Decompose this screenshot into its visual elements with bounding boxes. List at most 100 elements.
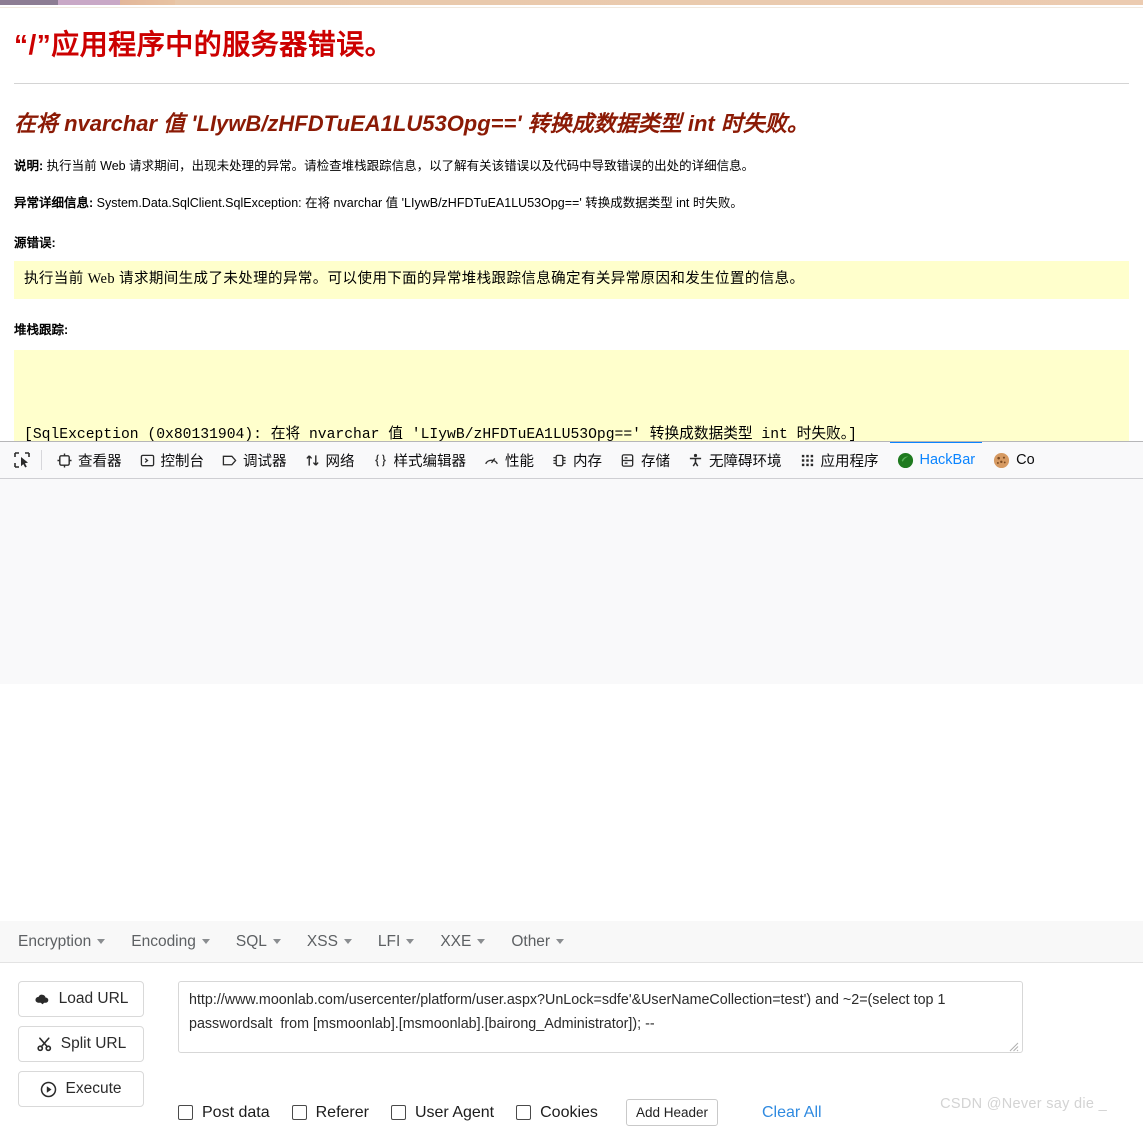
checkbox-box[interactable] (291, 1105, 307, 1120)
checkbox-label: Cookies (540, 1103, 598, 1121)
inspector-icon (57, 452, 72, 468)
tab-style-editor[interactable]: 样式编辑器 (364, 442, 476, 478)
menu-label: SQL (235, 932, 267, 950)
menu-other[interactable]: Other (511, 933, 565, 951)
chevron-down-icon (201, 939, 210, 944)
add-header-button[interactable]: Add Header (625, 1099, 718, 1126)
chevron-down-icon (477, 939, 486, 944)
textarea-resize-handle[interactable] (1008, 1041, 1020, 1053)
checkbox-box[interactable] (178, 1105, 193, 1120)
checkbox-cookies[interactable]: Cookies (516, 1104, 598, 1122)
server-error-page: “/”应用程序中的服务器错误。 在将 nvarchar 值 'LIywB/zHF… (0, 9, 1143, 441)
application-icon (800, 453, 815, 468)
menu-encoding[interactable]: Encoding (131, 933, 210, 951)
chevron-down-icon (406, 939, 415, 944)
tab-label: 样式编辑器 (393, 453, 467, 470)
url-input[interactable] (178, 981, 1023, 1053)
checkbox-post-data[interactable]: Post data (178, 1104, 270, 1122)
menu-xss[interactable]: XSS (307, 933, 352, 951)
stack-trace-box: [SqlException (0x80131904): 在将 nvarchar … (14, 350, 1129, 441)
tab-debugger[interactable]: 调试器 (213, 442, 296, 478)
tab-storage[interactable]: 存储 (611, 442, 679, 478)
hackbar-options-row: Post data Referer User Agent Cookies Add… (178, 1099, 822, 1126)
exception-label: 异常详细信息: (14, 196, 94, 211)
watermark-text: CSDN @Never say die _ (940, 1096, 1107, 1112)
menu-label: LFI (377, 932, 401, 950)
split-url-button[interactable]: Split URL (18, 1026, 144, 1062)
tab-hackbar[interactable]: HackBar (888, 442, 985, 478)
description-text: 执行当前 Web 请求期间，出现未处理的异常。请检查堆栈跟踪信息，以了解有关该错… (46, 159, 755, 173)
description-paragraph: 说明: 执行当前 Web 请求期间，出现未处理的异常。请检查堆栈跟踪信息，以了解… (14, 157, 1129, 175)
page-title: “/”应用程序中的服务器错误。 (14, 29, 394, 60)
tab-accessibility[interactable]: 无障碍环境 (679, 442, 791, 478)
hackbar-panel: Encryption Encoding SQL XSS LFI XXE Othe… (0, 921, 1143, 1126)
cloud-download-icon (34, 991, 51, 1008)
console-icon (140, 453, 155, 468)
menu-label: Encryption (18, 932, 92, 950)
stack-trace-line: [SqlException (0x80131904): 在将 nvarchar … (24, 426, 857, 441)
play-circle-icon (40, 1081, 57, 1098)
style-editor-icon (373, 453, 388, 468)
menu-label: Encoding (131, 932, 196, 950)
element-picker-icon[interactable] (7, 447, 37, 473)
stack-trace-label: 堆栈跟踪: (14, 323, 69, 337)
menu-label: XSS (306, 932, 338, 950)
menu-xxe[interactable]: XXE (440, 932, 486, 951)
menu-label: XXE (440, 932, 472, 950)
toolbar-divider (41, 450, 42, 470)
clear-all-link[interactable]: Clear All (762, 1104, 822, 1122)
hackbar-icon (897, 452, 914, 469)
progress-bar-track (0, 5, 1143, 8)
load-url-button[interactable]: Load URL (18, 981, 144, 1017)
chevron-down-icon (343, 939, 352, 944)
title-divider (14, 83, 1129, 84)
exception-text: System.Data.SqlClient.SqlException: 在将 n… (96, 196, 743, 211)
tab-label: 存储 (641, 453, 670, 470)
checkbox-label: Post data (202, 1103, 270, 1121)
tab-label: 调试器 (243, 453, 287, 470)
accessibility-icon (688, 453, 703, 468)
debugger-icon (222, 453, 237, 468)
tab-performance[interactable]: 性能 (475, 442, 543, 478)
tab-memory[interactable]: 内存 (543, 442, 611, 478)
tab-console[interactable]: 控制台 (131, 442, 214, 478)
devtools-tabbar: 查看器 控制台 调试器 网络 样式编辑器 性能 内存 存储 无障碍环境 应用程序… (0, 442, 1143, 479)
checkbox-box[interactable] (516, 1105, 532, 1120)
error-subtitle: 在将 nvarchar 值 'LIywB/zHFDTuEA1LU53Opg=='… (14, 111, 809, 136)
tab-label: 内存 (573, 453, 602, 470)
description-label: 说明: (14, 159, 44, 173)
menu-sql[interactable]: SQL (236, 933, 281, 951)
memory-icon (552, 453, 567, 468)
tab-cookies[interactable]: Co (984, 442, 1044, 478)
execute-button[interactable]: Execute (18, 1071, 144, 1107)
tab-label: 查看器 (78, 453, 122, 470)
button-label: Execute (65, 1080, 122, 1097)
exception-paragraph: 异常详细信息: System.Data.SqlClient.SqlExcepti… (14, 194, 1129, 212)
storage-icon (620, 453, 635, 468)
checkbox-box[interactable] (390, 1105, 406, 1120)
devtools-panel: 查看器 控制台 调试器 网络 样式编辑器 性能 内存 存储 无障碍环境 应用程序… (0, 441, 1143, 1126)
chevron-down-icon (97, 939, 106, 944)
tab-label: HackBar (919, 452, 976, 468)
tab-label: 网络 (325, 453, 355, 470)
tab-label: Co (1016, 452, 1035, 468)
chevron-down-icon (272, 939, 281, 944)
checkbox-referer[interactable]: Referer (291, 1103, 369, 1122)
button-label: Load URL (58, 990, 129, 1007)
tab-inspector[interactable]: 查看器 (48, 442, 131, 478)
menu-encryption[interactable]: Encryption (18, 932, 106, 951)
checkbox-user-agent[interactable]: User Agent (390, 1103, 495, 1122)
performance-icon (484, 453, 499, 468)
hackbar-menubar: Encryption Encoding SQL XSS LFI XXE Othe… (0, 921, 1143, 963)
tab-application[interactable]: 应用程序 (791, 442, 888, 478)
tab-label: 性能 (505, 453, 534, 470)
checkbox-label: User Agent (414, 1103, 495, 1121)
hackbar-action-buttons: Load URL Split URL Execute (18, 981, 144, 1107)
menu-lfi[interactable]: LFI (377, 932, 415, 951)
tab-network[interactable]: 网络 (296, 442, 364, 478)
scissors-icon (36, 1036, 53, 1053)
source-error-label: 源错误: (14, 236, 56, 251)
checkbox-label: Referer (315, 1103, 369, 1121)
source-error-box: 执行当前 Web 请求期间生成了未处理的异常。可以使用下面的异常堆栈跟踪信息确定… (14, 261, 1129, 299)
cookie-icon (993, 452, 1010, 469)
